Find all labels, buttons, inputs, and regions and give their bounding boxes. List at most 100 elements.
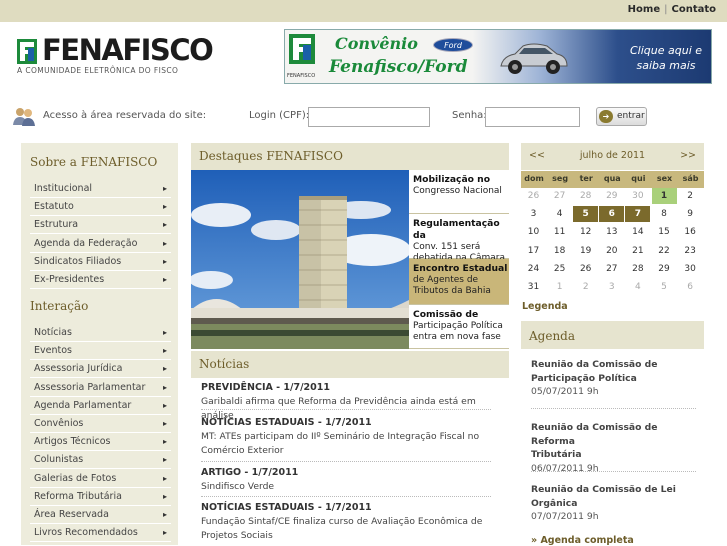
news-summary[interactable]: Sindifisco Verde	[201, 480, 499, 494]
login-cpf-input[interactable]	[308, 107, 430, 127]
calendar-day[interactable]: 2	[573, 279, 598, 295]
ford-agreement-banner[interactable]: FENAFISCO Convênio Ford Fenafisco/Ford C…	[284, 29, 712, 84]
calendar-day[interactable]: 2	[678, 188, 703, 204]
calendar-day[interactable]: 1	[651, 188, 677, 204]
calendar-day[interactable]: 16	[678, 224, 703, 240]
calendar-day[interactable]: 29	[599, 188, 624, 204]
calendar-day[interactable]: 14	[625, 224, 650, 240]
sidebar-item[interactable]: Agenda Parlamentar ▸	[30, 397, 171, 415]
calendar-day[interactable]: 31	[521, 279, 546, 295]
news-item[interactable]: NOTÍCIAS ESTADUAIS - 1/7/2011 Fundação Si…	[201, 501, 499, 543]
calendar-day[interactable]: 1	[547, 279, 572, 295]
calendar-day[interactable]: 13	[599, 224, 624, 240]
agenda-item-title[interactable]: Participação Política	[531, 372, 696, 386]
agenda-see-all-link[interactable]: » Agenda completa	[531, 535, 634, 546]
sidebar-item[interactable]: Institucional ▸	[30, 180, 171, 198]
agenda-item-title[interactable]: Orgânica	[531, 497, 696, 511]
calendar-day[interactable]: 26	[521, 188, 546, 204]
home-link[interactable]: Home	[628, 4, 660, 15]
fenafisco-logo-icon[interactable]	[17, 39, 37, 64]
sidebar-item[interactable]: Colunistas ▸	[30, 451, 171, 470]
agenda-item[interactable]: Reunião da Comissão de Lei Orgânica 07/07/…	[531, 483, 696, 524]
enter-button[interactable]: ➔ entrar	[596, 107, 647, 126]
calendar-day[interactable]: 30	[625, 188, 650, 204]
calendar-day[interactable]: 6	[678, 279, 703, 295]
logo-wordmark[interactable]: FENAFISCO	[42, 33, 214, 67]
featured-item[interactable]: Comissão de Participação Política entra e…	[409, 305, 509, 349]
calendar-day[interactable]: 8	[652, 206, 677, 222]
featured-item[interactable]: Regulamentação da Conv. 151 será debatida…	[409, 214, 509, 263]
news-headline[interactable]: NOTÍCIAS ESTADUAIS - 1/7/2011	[201, 416, 499, 430]
sidebar-item-label: Galerias de Fotos	[34, 472, 117, 484]
calendar-next-button[interactable]: >>	[680, 150, 696, 161]
sidebar-item[interactable]: Assessoria Jurídica ▸	[30, 360, 171, 379]
calendar-day[interactable]: 28	[625, 261, 650, 277]
calendar-day[interactable]: 19	[573, 243, 598, 259]
sidebar-item[interactable]: Notícias ▸	[30, 324, 171, 342]
password-input[interactable]	[485, 107, 580, 127]
agenda-item[interactable]: Reunião da Comissão de Reforma Tributária…	[531, 421, 696, 475]
featured-item[interactable]: Mobilização no Congresso Nacional	[409, 170, 509, 214]
calendar-legend-link[interactable]: Legenda	[522, 301, 568, 312]
calendar-day[interactable]: 26	[573, 261, 598, 277]
sidebar-item[interactable]: Convênios ▸	[30, 415, 171, 433]
calendar-day[interactable]: 30	[678, 261, 703, 277]
calendar-day[interactable]: 4	[547, 206, 572, 222]
news-item[interactable]: ARTIGO - 1/7/2011 Sindifisco Verde	[201, 466, 499, 494]
news-summary[interactable]: MT: ATEs participam do IIº Seminário de …	[201, 430, 499, 444]
sidebar-item[interactable]: Artigos Técnicos ▸	[30, 433, 171, 452]
calendar-day[interactable]: 10	[521, 224, 546, 240]
news-headline[interactable]: NOTÍCIAS ESTADUAIS - 1/7/2011	[201, 501, 499, 515]
calendar-day[interactable]: 22	[652, 243, 677, 259]
sidebar-item[interactable]: Área Reservada ▸	[30, 506, 171, 524]
news-item[interactable]: NOTÍCIAS ESTADUAIS - 1/7/2011 MT: ATEs pa…	[201, 416, 499, 458]
calendar-day[interactable]: 29	[652, 261, 677, 277]
sidebar-item[interactable]: Ex-Presidentes ▸	[30, 271, 171, 289]
sidebar-item[interactable]: Estatuto ▸	[30, 198, 171, 217]
calendar-day[interactable]: 3	[521, 206, 546, 222]
news-summary[interactable]: Fundação Sintaf/CE finaliza curso de Ava…	[201, 515, 499, 529]
calendar-day[interactable]: 27	[599, 261, 624, 277]
featured-item-title: Regulamentação da	[413, 218, 500, 241]
calendar-day[interactable]: 4	[625, 279, 650, 295]
news-summary[interactable]: Projetos Sociais	[201, 529, 499, 543]
contact-link[interactable]: Contato	[671, 4, 716, 15]
sidebar-item[interactable]: Estrutura ▸	[30, 216, 171, 235]
calendar-day[interactable]: 17	[521, 243, 546, 259]
agenda-item-title[interactable]: Reunião da Comissão de Reforma	[531, 421, 696, 448]
sidebar-item[interactable]: Reforma Tributária ▸	[30, 488, 171, 506]
agenda-item[interactable]: Reunião da Comissão de Participação Polít…	[531, 358, 696, 399]
agenda-item-title[interactable]: Tributária	[531, 448, 696, 462]
sidebar-item[interactable]: Livros Recomendados ▸	[30, 524, 171, 543]
calendar-day[interactable]: 6	[599, 206, 625, 223]
sidebar-item[interactable]: Agenda da Federação ▸	[30, 235, 171, 253]
calendar-day[interactable]: 5	[573, 206, 599, 223]
calendar-day[interactable]: 20	[599, 243, 624, 259]
sidebar-item[interactable]: Galerias de Fotos ▸	[30, 470, 171, 488]
sidebar-item[interactable]: Assessoria Parlamentar ▸	[30, 379, 171, 397]
sidebar-item[interactable]: Eventos ▸	[30, 342, 171, 361]
calendar-day[interactable]: 21	[625, 243, 650, 259]
featured-item[interactable]: Encontro Estadual de Agentes de Tributos …	[409, 259, 509, 305]
sidebar-item[interactable]: Sindicatos Filiados ▸	[30, 253, 171, 271]
calendar-day[interactable]: 18	[547, 243, 572, 259]
calendar-day[interactable]: 28	[573, 188, 598, 204]
calendar-day[interactable]: 12	[573, 224, 598, 240]
calendar-day[interactable]: 5	[652, 279, 677, 295]
calendar-day[interactable]: 23	[678, 243, 703, 259]
calendar-day[interactable]: 9	[678, 206, 703, 222]
agenda-item-title[interactable]: Reunião da Comissão de Lei	[531, 483, 696, 497]
calendar-day[interactable]: 24	[521, 261, 546, 277]
calendar-day[interactable]: 11	[547, 224, 572, 240]
calendar-day[interactable]: 7	[625, 206, 651, 223]
news-headline[interactable]: ARTIGO - 1/7/2011	[201, 466, 499, 480]
congress-photo[interactable]	[191, 170, 409, 349]
agenda-item-title[interactable]: Reunião da Comissão de	[531, 358, 696, 372]
news-summary[interactable]: Comércio Exterior	[201, 444, 499, 458]
news-headline[interactable]: PREVIDÊNCIA - 1/7/2011	[201, 381, 499, 395]
calendar-day[interactable]: 25	[547, 261, 572, 277]
calendar-day[interactable]: 3	[599, 279, 624, 295]
calendar-day[interactable]: 27	[547, 188, 572, 204]
calendar-day-name: qui	[631, 174, 646, 183]
calendar-day[interactable]: 15	[652, 224, 677, 240]
